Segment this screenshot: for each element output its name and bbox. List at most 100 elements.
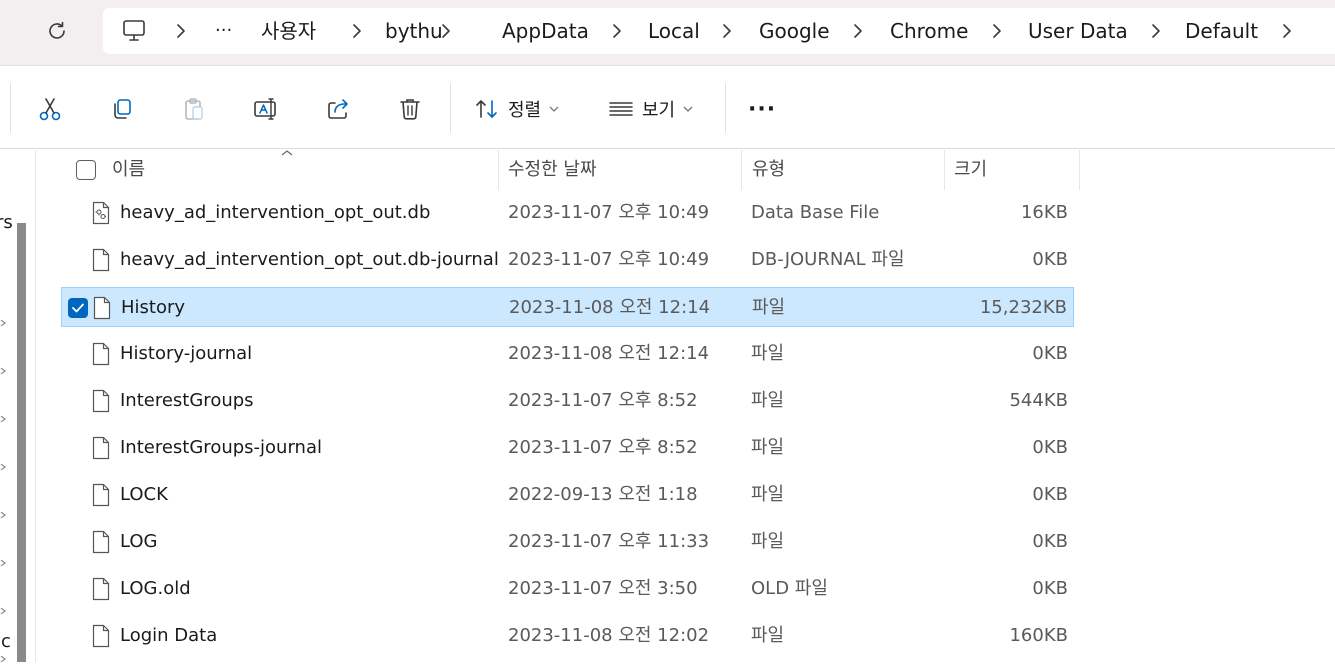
column-divider[interactable] — [498, 150, 499, 190]
file-size: 15,232KB — [979, 297, 1067, 318]
file-name: heavy_ad_intervention_opt_out.db — [120, 202, 431, 223]
refresh-icon — [49, 21, 65, 39]
share-icon — [328, 99, 348, 119]
select-all-checkbox[interactable] — [76, 160, 96, 180]
copy-button[interactable] — [102, 89, 142, 129]
chevron-right-icon[interactable] — [0, 599, 6, 615]
view-label: 보기 — [642, 100, 676, 121]
chevron-right-icon[interactable] — [850, 8, 866, 54]
copy-icon — [114, 99, 131, 119]
file-date-modified: 2023-11-08 오전 12:02 — [508, 625, 710, 646]
breadcrumb-item[interactable]: User Data — [1028, 8, 1128, 54]
navigation-scrollbar[interactable] — [17, 223, 26, 662]
file-type: DB-JOURNAL 파일 — [751, 249, 905, 270]
file-row[interactable]: InterestGroups-journal 2023-11-07 오후 8:52… — [61, 428, 1074, 468]
file-icon — [92, 483, 110, 507]
refresh-button[interactable] — [38, 12, 76, 50]
breadcrumb-item[interactable]: Default — [1185, 8, 1258, 54]
file-date-modified: 2023-11-08 오전 12:14 — [508, 343, 710, 364]
file-name: LOG.old — [120, 578, 191, 599]
chevron-right-icon[interactable] — [0, 503, 6, 519]
file-row[interactable]: heavy_ad_intervention_opt_out.db-journal… — [61, 240, 1074, 280]
chevron-right-icon[interactable] — [0, 551, 6, 567]
file-size: 544KB — [1009, 390, 1068, 411]
address-bar[interactable]: ··· 사용자 bythu AppData Local Google Chrome User … — [103, 8, 1335, 54]
column-type[interactable]: 유형 — [752, 150, 785, 190]
file-type: 파일 — [751, 343, 785, 364]
column-divider[interactable] — [741, 150, 742, 190]
view-menu[interactable]: 보기 — [608, 89, 693, 129]
chevron-down-icon — [549, 106, 559, 112]
chevron-right-icon[interactable] — [0, 407, 6, 423]
file-icon — [92, 577, 110, 601]
chevron-right-icon[interactable] — [609, 8, 625, 54]
chevron-right-icon[interactable] — [0, 455, 6, 471]
breadcrumb-item[interactable]: 사용자 — [261, 8, 316, 54]
column-divider[interactable] — [1079, 150, 1080, 190]
checkmark-icon — [72, 303, 84, 313]
file-icon — [92, 530, 110, 554]
chevron-right-icon[interactable] — [173, 8, 189, 54]
file-date-modified: 2023-11-07 오후 11:33 — [508, 531, 710, 552]
file-date-modified: 2023-11-07 오후 10:49 — [508, 249, 710, 270]
file-size: 16KB — [1020, 202, 1068, 223]
rename-button[interactable] — [246, 89, 286, 129]
file-row[interactable]: LOG 2023-11-07 오후 11:33 파일 0KB — [61, 522, 1074, 562]
chevron-right-icon[interactable] — [438, 8, 454, 54]
breadcrumb-item[interactable]: AppData — [502, 8, 589, 54]
more-label: ··· — [748, 96, 777, 122]
breadcrumb-item[interactable]: Local — [648, 8, 700, 54]
chevron-right-icon[interactable] — [0, 647, 6, 663]
sort-menu[interactable]: 정렬 — [474, 89, 559, 129]
share-button[interactable] — [318, 89, 358, 129]
file-type: 파일 — [751, 531, 785, 552]
row-checkbox-checked[interactable] — [68, 298, 88, 318]
file-name: InterestGroups — [120, 390, 254, 411]
file-date-modified: 2023-11-07 오후 10:49 — [508, 202, 710, 223]
more-options-button[interactable]: ··· — [748, 89, 776, 129]
chevron-right-icon[interactable] — [719, 8, 735, 54]
file-row[interactable]: InterestGroups 2023-11-07 오후 8:52 파일 544KB — [61, 381, 1074, 421]
delete-button[interactable] — [390, 89, 430, 129]
file-row[interactable]: heavy_ad_intervention_opt_out.db 2023-11-… — [61, 193, 1074, 233]
file-date-modified: 2023-11-08 오전 12:14 — [509, 297, 711, 318]
column-date[interactable]: 수정한 날짜 — [508, 150, 597, 190]
file-size: 0KB — [1032, 484, 1068, 505]
chevron-right-icon[interactable] — [1279, 8, 1295, 54]
breadcrumb-item[interactable]: Google — [759, 8, 830, 54]
breadcrumb-ellipsis[interactable]: ··· — [215, 8, 232, 54]
file-name: History — [121, 297, 186, 318]
breadcrumb-item[interactable]: Chrome — [890, 8, 968, 54]
chevron-right-icon[interactable] — [0, 359, 6, 375]
file-name: LOCK — [120, 484, 168, 505]
column-divider[interactable] — [944, 150, 945, 190]
file-size: 0KB — [1032, 343, 1068, 364]
file-size: 0KB — [1032, 437, 1068, 458]
file-type: OLD 파일 — [751, 578, 828, 599]
view-lines-icon — [609, 102, 633, 116]
chevron-right-icon[interactable] — [349, 8, 365, 54]
file-size: 0KB — [1032, 578, 1068, 599]
chevron-right-icon[interactable] — [1148, 8, 1164, 54]
column-name[interactable]: 이름 — [112, 150, 145, 190]
chevron-right-icon[interactable] — [0, 311, 6, 327]
file-icon — [92, 248, 110, 272]
file-name: InterestGroups-journal — [120, 437, 322, 458]
column-size[interactable]: 크기 — [954, 150, 987, 190]
file-name: LOG — [120, 531, 158, 552]
file-date-modified: 2022-09-13 오전 1:18 — [508, 484, 698, 505]
breadcrumb-item[interactable]: bythu — [385, 8, 443, 54]
file-name: History-journal — [120, 343, 253, 364]
file-row[interactable]: History 2023-11-08 오전 12:14 파일 15,232KB — [61, 287, 1074, 327]
sort-ascending-icon — [281, 150, 293, 156]
file-row[interactable]: Login Data 2023-11-08 오전 12:02 파일 160KB — [61, 616, 1074, 656]
file-row[interactable]: LOG.old 2023-11-07 오전 3:50 OLD 파일 0KB — [61, 569, 1074, 609]
chevron-right-icon[interactable] — [989, 8, 1005, 54]
file-row[interactable]: History-journal 2023-11-08 오전 12:14 파일 0KB — [61, 334, 1074, 374]
toolbar-divider — [725, 83, 726, 133]
cut-button[interactable] — [30, 89, 70, 129]
paste-button[interactable] — [174, 89, 214, 129]
this-pc-icon[interactable] — [121, 18, 149, 44]
file-type: 파일 — [751, 625, 785, 646]
file-row[interactable]: LOCK 2022-09-13 오전 1:18 파일 0KB — [61, 475, 1074, 515]
